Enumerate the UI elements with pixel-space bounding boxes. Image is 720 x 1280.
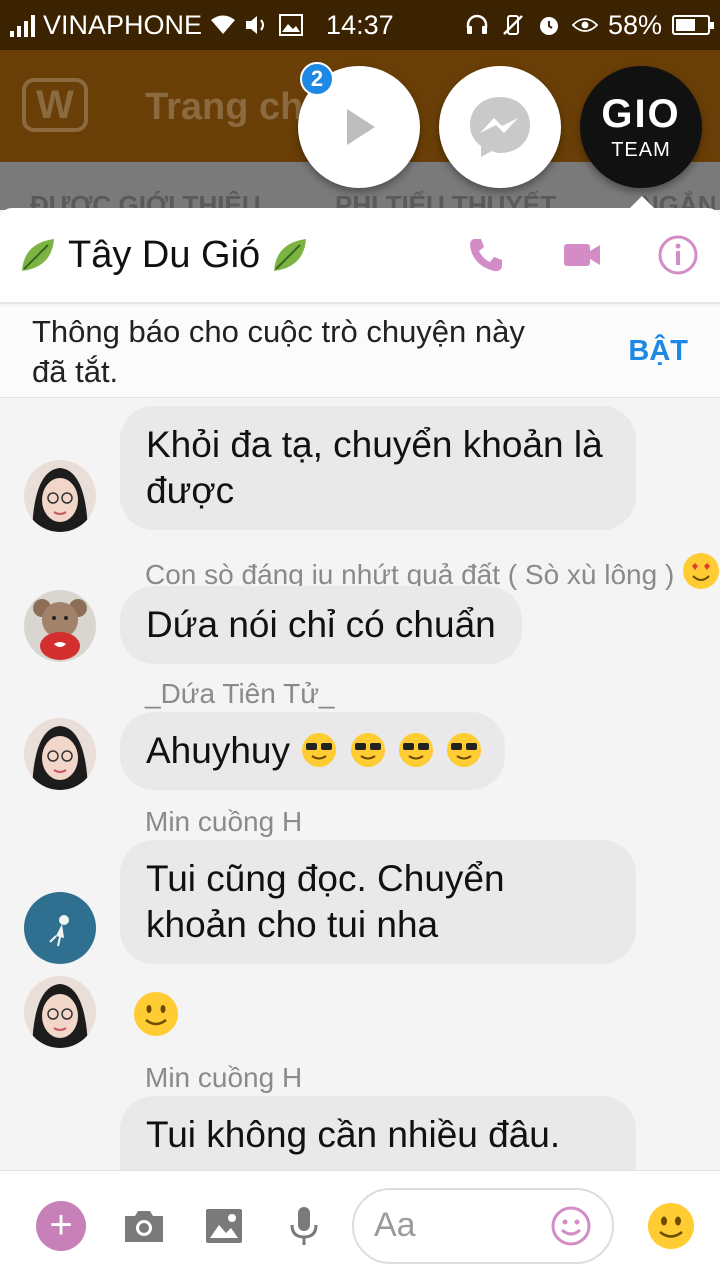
messenger-icon — [470, 97, 530, 157]
avatar[interactable] — [24, 718, 96, 790]
sunglasses-emoji-icon — [350, 733, 385, 767]
conversation-name: Tây Du Gió — [68, 233, 261, 276]
sender-name: Min cuồng H — [145, 1062, 303, 1093]
camera-icon — [125, 1210, 163, 1242]
signal-icon — [10, 13, 35, 37]
info-icon — [658, 235, 698, 275]
heart-eyes-emoji-icon — [683, 553, 720, 589]
notification-banner: Thông báo cho cuộc trò chuyện này đã tắt… — [0, 306, 720, 398]
gallery-button[interactable] — [202, 1204, 246, 1248]
message-bubble[interactable]: Ahuyhuy — [120, 712, 506, 790]
smiley-emoji-icon[interactable] — [132, 990, 180, 1038]
headset-icon — [464, 12, 490, 38]
background-tab: PHI TIỂU THUYẾT — [335, 190, 557, 210]
chat-header: Tây Du Gió — [0, 208, 720, 304]
avatar[interactable] — [24, 976, 96, 1048]
volume-icon — [244, 12, 270, 38]
message-bubble[interactable]: Khỏi đa tạ, chuyển khoản là được — [120, 406, 636, 530]
messenger-chat-head[interactable] — [439, 66, 561, 188]
info-button[interactable] — [656, 233, 700, 277]
carrier-name: VINAPHONE — [43, 9, 203, 40]
sender-name: _Dứa Tiên Tử_ — [145, 678, 335, 709]
image-icon — [206, 1208, 242, 1243]
voice-message-button[interactable] — [282, 1204, 326, 1248]
sunglasses-emoji-icon — [302, 733, 337, 767]
turn-on-notifications-button[interactable]: BẬT — [628, 335, 688, 368]
battery-icon — [672, 15, 714, 35]
camera-button[interactable] — [122, 1204, 166, 1248]
team-label: TEAM — [611, 139, 671, 161]
sunglasses-emoji-icon — [447, 733, 482, 767]
message-composer: + Aa — [0, 1170, 720, 1280]
message-input-placeholder: Aa — [374, 1206, 416, 1244]
video-call-button[interactable] — [560, 233, 604, 277]
background-app-title: Trang ch — [145, 86, 304, 128]
gio-team-chat-head[interactable]: GIO TEAM — [580, 66, 702, 188]
wifi-icon — [210, 12, 236, 38]
clock: 14:37 — [326, 9, 394, 40]
message-bubble[interactable]: Dứa nói chỉ có chuẩn — [120, 586, 522, 664]
avatar[interactable] — [24, 590, 96, 662]
unread-badge: 2 — [300, 62, 334, 96]
eye-icon — [571, 12, 598, 38]
gallery-notification-icon — [278, 12, 304, 38]
avatar[interactable] — [24, 892, 96, 964]
phone-call-button[interactable] — [464, 233, 508, 277]
battery-percent: 58% — [607, 9, 662, 40]
sunglasses-emoji-icon — [398, 733, 433, 767]
status-bar: VINAPHONE 14:37 58% — [0, 0, 720, 50]
background-tab: ĐƯỢC GIỚI THIỆU — [30, 190, 261, 210]
alarm-icon — [536, 12, 562, 38]
emoji-picker-icon[interactable] — [550, 1205, 592, 1247]
sender-name: Min cuồng H — [145, 806, 303, 837]
message-thread[interactable]: Khỏi đa tạ, chuyển khoản là được Con sò … — [0, 400, 720, 1170]
video-camera-icon — [564, 244, 600, 266]
phone-icon — [470, 239, 502, 272]
more-actions-button[interactable]: + — [36, 1200, 86, 1251]
app-logo: W — [22, 78, 88, 132]
gio-team-logo: GIO — [601, 92, 681, 136]
avatar[interactable] — [24, 460, 96, 532]
notification-text: Thông báo cho cuộc trò chuyện này đã tắt… — [32, 313, 525, 389]
send-emoji-button[interactable] — [646, 1201, 696, 1251]
message-bubble[interactable]: Tui không cần nhiều đâu. — [120, 1096, 636, 1170]
conversation-title[interactable]: Tây Du Gió — [18, 234, 310, 277]
microphone-icon — [290, 1206, 318, 1245]
leaf-icon — [274, 239, 307, 271]
vibrate-off-icon — [500, 12, 526, 38]
play-icon — [347, 109, 375, 145]
message-bubble[interactable]: Tui cũng đọc. Chuyển khoản cho tui nha — [120, 840, 636, 964]
message-input[interactable]: Aa — [352, 1187, 614, 1264]
leaf-icon — [22, 239, 54, 271]
